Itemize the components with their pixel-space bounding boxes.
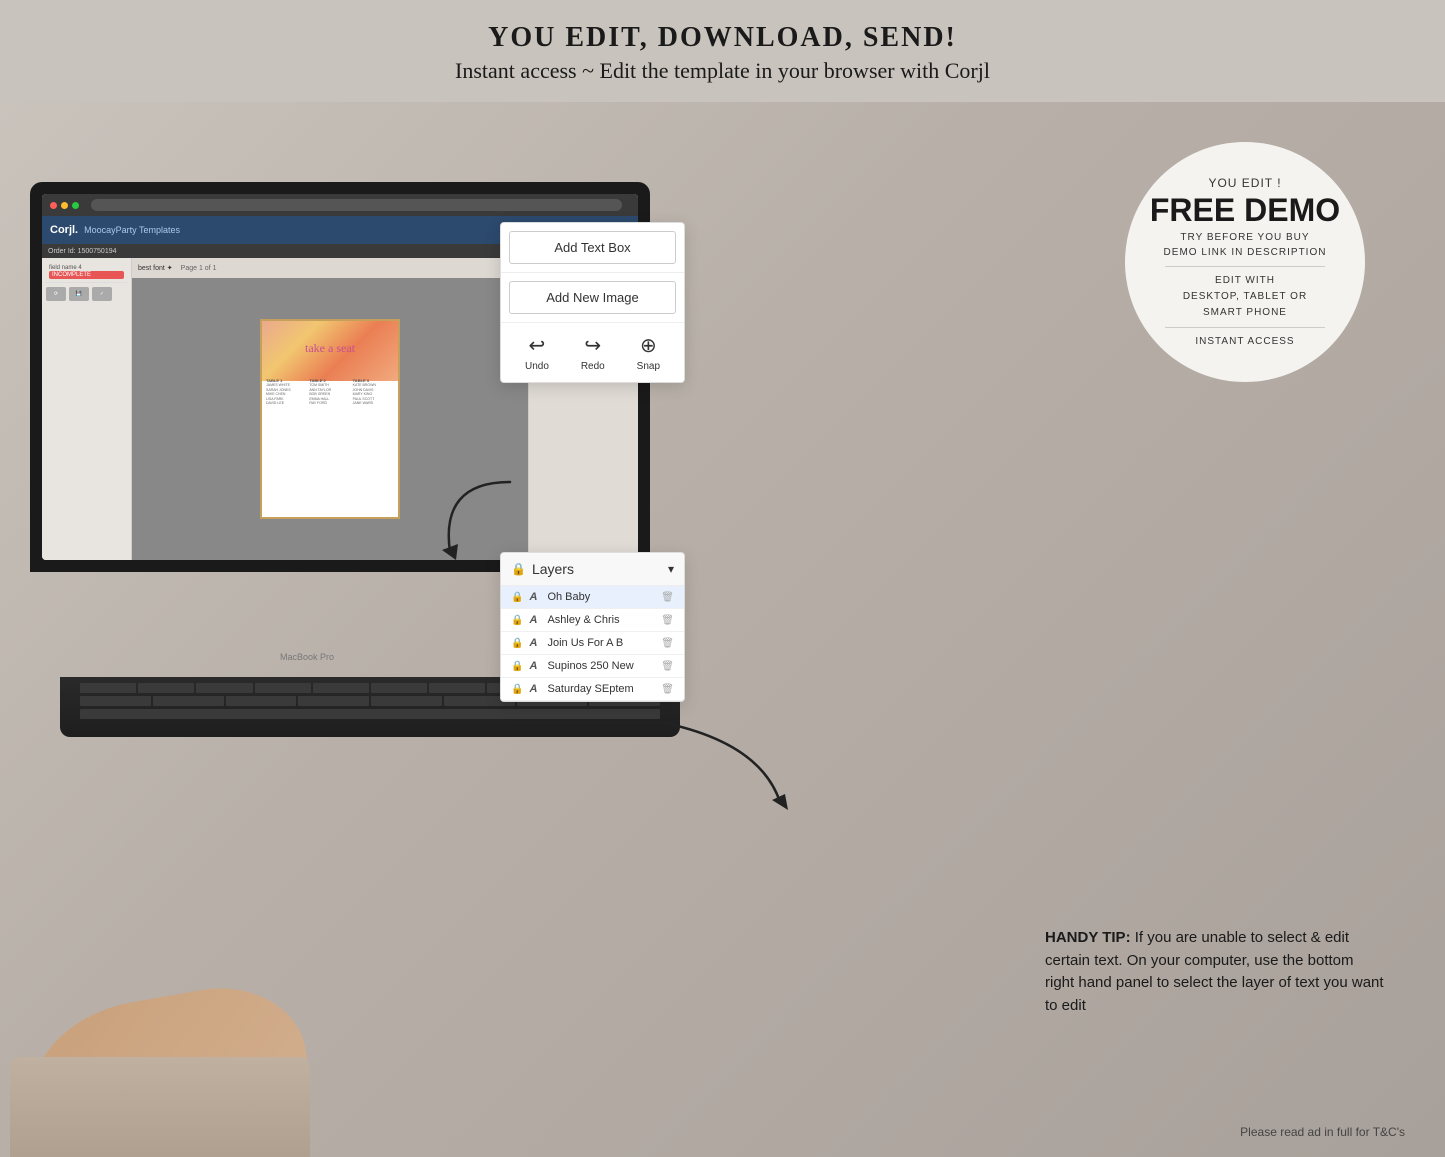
layer-lock-icon-2: 🔒 [511,615,523,626]
key [80,696,151,706]
key [226,696,297,706]
panel-divider-1 [501,272,684,273]
demo-circle-divider-2 [1165,327,1325,328]
demo-you-edit-label: YOU EDIT ! [1208,176,1281,190]
layer-item-supinos[interactable]: 🔒 A Supinos 250 New 🗑 [501,655,684,678]
top-banner: YOU EDIT, DOWNLOAD, SEND! Instant access… [0,0,1445,102]
layer-name-5: Saturday SEptem [547,683,655,695]
tc-note: Please read ad in full for T&C's [1240,1125,1405,1139]
layers-chevron-icon[interactable]: ▾ [668,562,674,576]
banner-heading: YOU EDIT, DOWNLOAD, SEND! [0,22,1445,54]
demo-try-before: TRY BEFORE YOU BUY DEMO LINK IN DESCRIPT… [1164,230,1327,260]
layer-delete-icon-5[interactable]: 🗑 [661,684,674,695]
corjl-brand: MoocayParty Templates [84,225,180,235]
layer-text-icon-5: A [529,683,541,695]
macbook-label: MacBook Pro [280,652,334,662]
add-text-box-button[interactable]: Add Text Box [509,231,676,264]
demo-circle: YOU EDIT ! FREE DEMO TRY BEFORE YOU BUY … [1125,142,1365,382]
browser-close-dot [50,202,57,209]
layer-delete-icon-4[interactable]: 🗑 [661,661,674,672]
layer-lock-icon-4: 🔒 [511,661,523,672]
corjl-order-id: Order Id: 1500750194 [48,248,117,255]
seating-card-content: TABLE 1JAMES WHITESARAH JONESMIKE CHENLI… [266,376,394,406]
main-area: Corjl. MoocayParty Templates Order Id: 1… [0,102,1445,1157]
corjl-action-btn-3[interactable]: ✓ [92,287,112,301]
browser-address-bar [91,199,622,211]
seating-card-title: take a seat [262,341,398,356]
layers-lock-icon: 🔒 [511,562,526,576]
browser-maximize-dot [72,202,79,209]
page-indicator: Page 1 of 1 [181,265,217,272]
corjl-logo: Corjl. [50,224,78,236]
layer-item-ashley-chris[interactable]: 🔒 A Ashley & Chris 🗑 [501,609,684,632]
space-key [80,709,660,719]
layer-item-join-us[interactable]: 🔒 A Join Us For A B 🗑 [501,632,684,655]
arm-shape [10,1057,310,1157]
demo-instant-access: INSTANT ACCESS [1195,334,1294,349]
redo-icon: ↪ [584,333,601,358]
layer-item-saturday[interactable]: 🔒 A Saturday SEptem 🗑 [501,678,684,701]
layers-title: Layers [532,561,574,577]
layer-text-icon-3: A [529,637,541,649]
layers-panel: 🔒 Layers ▾ 🔒 A Oh Baby 🗑 🔒 A Ashley & Ch… [500,552,685,702]
key [298,696,369,706]
key [313,683,369,693]
layer-item-oh-baby[interactable]: 🔒 A Oh Baby 🗑 [501,586,684,609]
demo-circle-divider-1 [1165,266,1325,267]
corjl-sidebar-field1: field name 4 INCOMPLETE [46,262,127,283]
layers-header-left: 🔒 Layers [511,561,574,577]
keyboard-row-3 [80,709,660,719]
layer-text-icon-4: A [529,660,541,672]
key [196,683,252,693]
key [429,683,485,693]
snap-icon: ⊕ [640,333,657,358]
layer-name-3: Join Us For A B [547,637,655,649]
layer-name-1: Oh Baby [547,591,655,603]
layer-lock-icon-5: 🔒 [511,684,523,695]
layer-delete-icon-1[interactable]: 🗑 [661,592,674,603]
layer-lock-icon-3: 🔒 [511,638,523,649]
layer-name-4: Supinos 250 New [547,660,655,672]
key [371,696,442,706]
corjl-action-btn-2[interactable]: 💾 [69,287,89,301]
banner-subheading: Instant access ~ Edit the template in yo… [0,58,1445,84]
key [138,683,194,693]
redo-item: ↪ Redo [581,333,605,372]
undo-icon: ↩ [529,333,546,358]
browser-bar [42,194,638,216]
hand-area [0,937,350,1157]
undo-item: ↩ Undo [525,333,549,372]
demo-edit-with-label: EDIT WITH DESKTOP, TABLET OR SMART PHONE [1183,273,1307,321]
key [80,683,136,693]
best-font-label: best font ✦ [138,264,173,272]
handy-tip-section: HANDY TIP: If you are unable to select &… [1045,927,1385,1017]
snap-label: Snap [637,361,660,372]
add-new-image-button[interactable]: Add New Image [509,281,676,314]
corjl-sidebar: field name 4 INCOMPLETE ⟳ 💾 ✓ [42,258,132,560]
layer-text-icon-1: A [529,591,541,603]
snap-item: ⊕ Snap [637,333,660,372]
handy-tip-bold: HANDY TIP: [1045,929,1131,946]
panel-icon-row: ↩ Undo ↪ Redo ⊕ Snap [501,323,684,382]
demo-free-demo-title: FREE DEMO [1150,194,1340,226]
arrow-to-handy-tip [600,702,800,822]
key [371,683,427,693]
layer-name-2: Ashley & Chris [547,614,655,626]
layer-delete-icon-2[interactable]: 🗑 [661,615,674,626]
browser-minimize-dot [61,202,68,209]
layer-text-icon-2: A [529,614,541,626]
layer-delete-icon-3[interactable]: 🗑 [661,638,674,649]
redo-label: Redo [581,361,605,372]
layer-lock-icon-1: 🔒 [511,592,523,603]
layers-header: 🔒 Layers ▾ [501,553,684,586]
corjl-action-buttons: ⟳ 💾 ✓ [46,287,127,301]
key [153,696,224,706]
corjl-action-btn-1[interactable]: ⟳ [46,287,66,301]
corjl-floating-panel: Add Text Box Add New Image ↩ Undo ↪ Redo… [500,222,685,383]
incomplete-badge: INCOMPLETE [49,271,124,279]
key [255,683,311,693]
undo-label: Undo [525,361,549,372]
seating-chart-card: take a seat TABLE 1JAMES WHITESARAH JONE… [260,319,400,519]
